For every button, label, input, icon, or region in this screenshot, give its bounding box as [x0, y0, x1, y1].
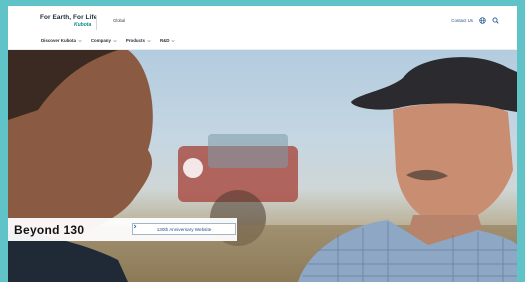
hero-title: Beyond 130 — [14, 222, 85, 237]
nav-item-label: Products — [125, 38, 145, 43]
hero-banner: Beyond 130 130th Anniversary Website — [8, 50, 517, 282]
main-nav: Discover Kubota Company Products R&D — [41, 38, 175, 43]
header-divider — [96, 16, 97, 30]
chevron-down-icon — [78, 39, 82, 42]
chevron-down-icon — [147, 39, 151, 42]
nav-item-label: Company — [90, 38, 111, 43]
header-utilities: Contact Us — [451, 17, 499, 24]
anniversary-website-button[interactable]: 130th Anniversary Website — [132, 223, 236, 235]
face — [393, 103, 513, 225]
chevron-down-icon — [171, 39, 175, 42]
nav-item-products[interactable]: Products — [126, 38, 151, 43]
globe-icon[interactable] — [479, 17, 486, 24]
nav-item-discover-kubota[interactable]: Discover Kubota — [41, 38, 82, 43]
nav-item-company[interactable]: Company — [91, 38, 117, 43]
brand-tagline: For Earth, For Life — [40, 14, 98, 21]
browser-page: For Earth, For Life Kubota Global Contac… — [8, 6, 517, 282]
nav-item-label: R&D — [159, 38, 170, 43]
search-icon[interactable] — [492, 17, 499, 24]
cap — [351, 57, 517, 112]
contact-link[interactable]: Contact Us — [451, 18, 473, 23]
hero-photo — [8, 50, 517, 282]
site-header: For Earth, For Life Kubota Global Contac… — [8, 6, 517, 51]
hero-caption-bar: Beyond 130 130th Anniversary Website — [8, 218, 237, 241]
region-selector[interactable]: Global — [113, 18, 125, 23]
nav-item-rnd[interactable]: R&D — [160, 38, 176, 43]
brand-name: Kubota — [74, 22, 92, 28]
nav-item-label: Discover Kubota — [41, 38, 76, 43]
brand-logo[interactable]: For Earth, For Life Kubota — [40, 14, 98, 28]
tractor-light — [183, 158, 203, 178]
tractor-cab — [208, 134, 288, 168]
chevron-down-icon — [113, 39, 117, 42]
chevron-right-icon — [133, 224, 137, 229]
anniversary-button-label: 130th Anniversary Website — [156, 226, 212, 232]
